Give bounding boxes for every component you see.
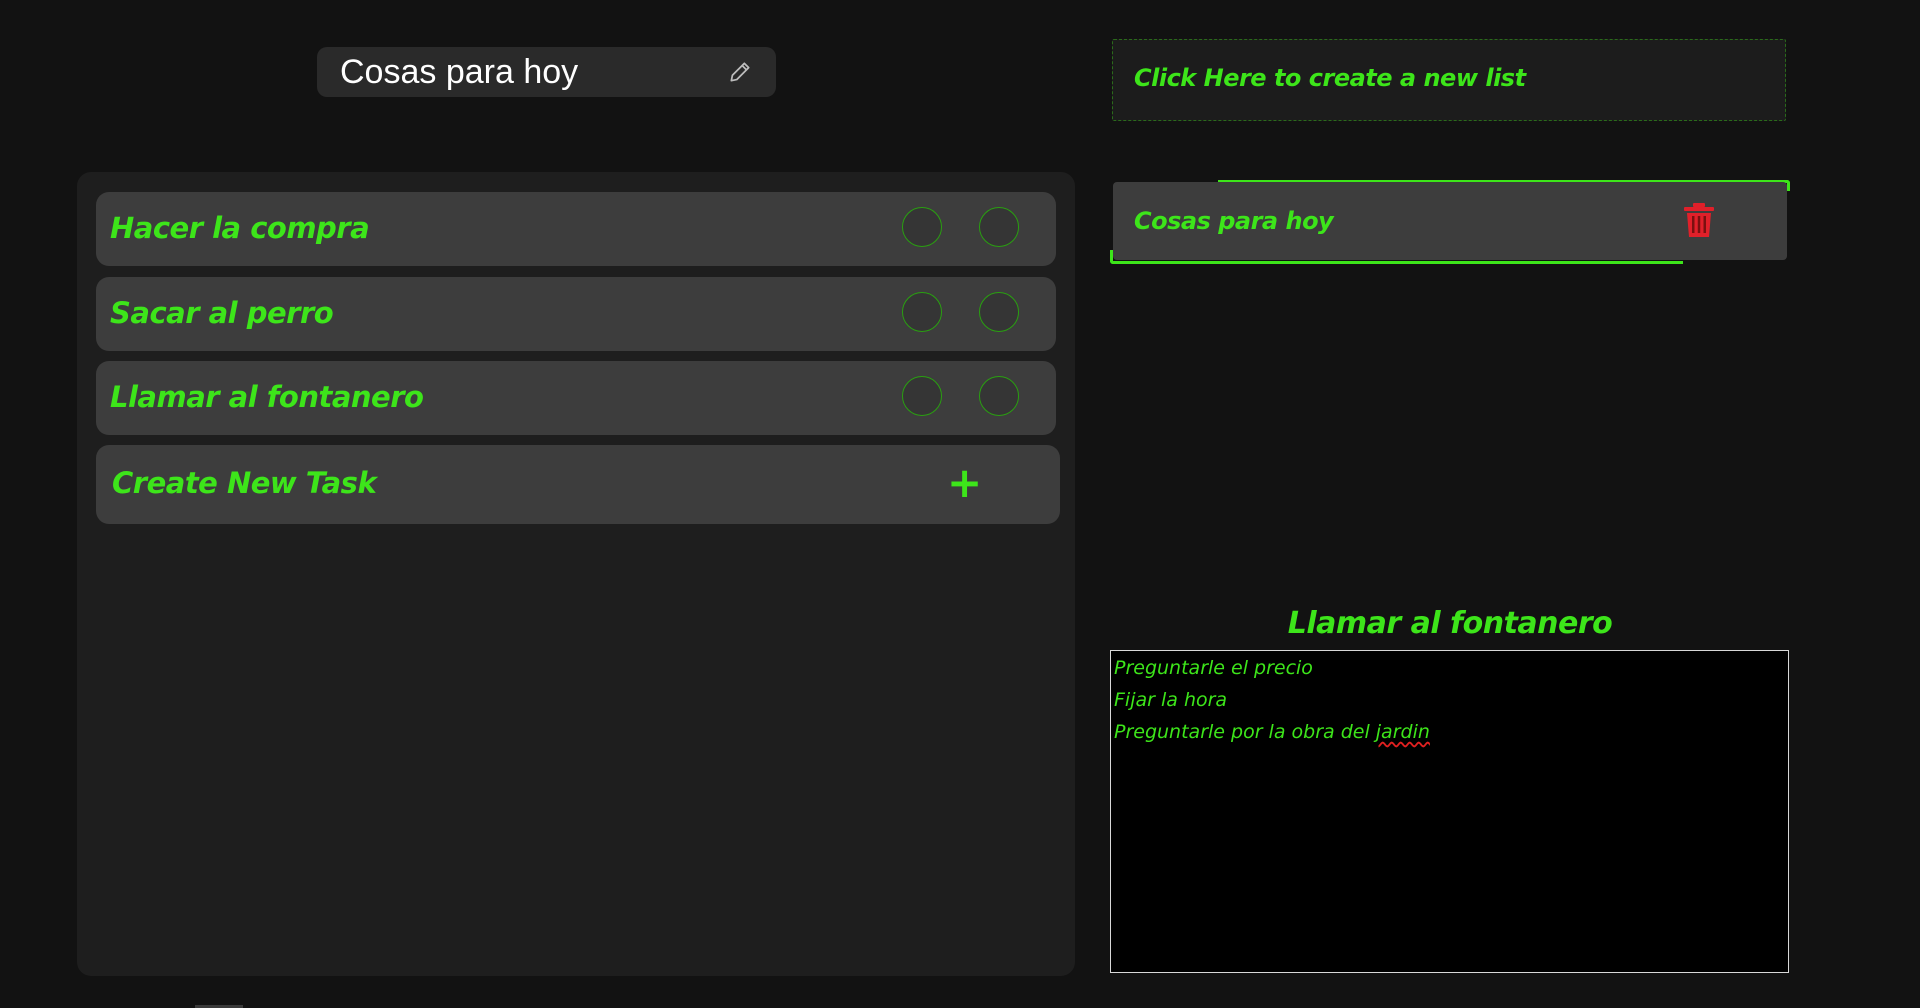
task-complete-toggle[interactable] — [902, 376, 942, 416]
list-title-text[interactable]: Cosas para hoy — [340, 53, 578, 91]
task-label: Llamar al fontanero — [110, 380, 424, 414]
task-item[interactable]: Hacer la compra — [96, 192, 1056, 266]
task-delete-toggle[interactable] — [979, 207, 1019, 247]
create-list-button[interactable]: Click Here to create a new list — [1112, 39, 1786, 121]
note-line: Fijar la hora — [1114, 689, 1228, 711]
task-complete-toggle[interactable] — [902, 207, 942, 247]
task-detail-title: Llamar al fontanero — [1287, 606, 1613, 641]
create-task-label: Create New Task — [112, 466, 377, 500]
trash-icon[interactable] — [1683, 202, 1715, 238]
task-item[interactable]: Sacar al perro — [96, 277, 1056, 351]
task-item[interactable]: Llamar al fontanero — [96, 361, 1056, 435]
task-label: Hacer la compra — [110, 211, 370, 245]
task-delete-toggle[interactable] — [979, 292, 1019, 332]
create-list-label: Click Here to create a new list — [1134, 64, 1526, 92]
task-delete-toggle[interactable] — [979, 376, 1019, 416]
note-line-text: Preguntarle por la obra del — [1114, 721, 1370, 743]
task-notes-textarea[interactable]: Preguntarle el precio Fijar la hora Preg… — [1110, 650, 1789, 973]
list-item[interactable]: Cosas para hoy — [1113, 182, 1787, 260]
list-item-highlight-bottom — [1110, 250, 1683, 264]
list-title-box[interactable]: Cosas para hoy — [317, 47, 776, 97]
task-label: Sacar al perro — [110, 296, 334, 330]
pencil-icon[interactable] — [727, 59, 753, 85]
note-line: Preguntarle por la obra del jardin — [1114, 720, 1430, 744]
plus-icon[interactable]: + — [947, 461, 982, 505]
misspelled-word: jardin — [1375, 721, 1430, 743]
task-complete-toggle[interactable] — [902, 292, 942, 332]
create-task-button[interactable]: Create New Task + — [96, 445, 1060, 524]
task-panel: Hacer la compra Sacar al perro Llamar al… — [77, 172, 1075, 976]
note-line: Preguntarle el precio — [1114, 657, 1313, 679]
list-item-label: Cosas para hoy — [1134, 207, 1334, 235]
